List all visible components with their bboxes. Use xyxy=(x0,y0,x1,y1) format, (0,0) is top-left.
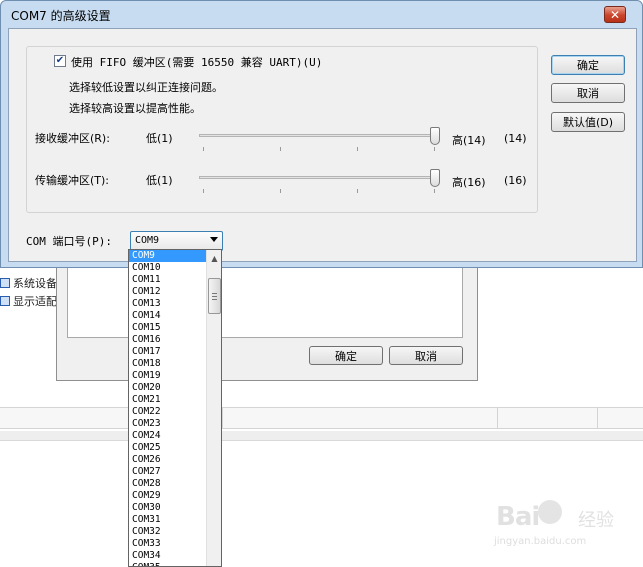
slider-tick xyxy=(280,147,281,151)
slider-tick xyxy=(434,189,435,193)
com-port-option[interactable]: COM15 xyxy=(129,322,206,334)
com-port-option[interactable]: COM25 xyxy=(129,442,206,454)
dialog-client-area: ✔ 使用 FIFO 缓冲区(需要 16550 兼容 UART)(U) 选择较低设… xyxy=(8,28,637,262)
grip-line xyxy=(212,293,217,294)
receive-low-label: 低(1) xyxy=(146,132,173,145)
com-port-option[interactable]: COM13 xyxy=(129,298,206,310)
receive-buffer-label: 接收缓冲区(R): xyxy=(35,132,110,145)
com-port-option[interactable]: COM30 xyxy=(129,502,206,514)
com-port-option[interactable]: COM28 xyxy=(129,478,206,490)
dialog-title: COM7 的高级设置 xyxy=(11,9,111,23)
grip-line xyxy=(212,299,217,300)
com-port-label: COM 端口号(P): xyxy=(26,235,112,248)
com-port-option[interactable]: COM11 xyxy=(129,274,206,286)
chevron-down-icon[interactable] xyxy=(210,237,218,242)
com-port-option[interactable]: COM18 xyxy=(129,358,206,370)
receive-buffer-slider[interactable] xyxy=(199,127,440,151)
checkmark-icon: ✔ xyxy=(55,55,65,66)
receive-high-label: 高(14) xyxy=(452,134,486,147)
ok-button[interactable]: 确定 xyxy=(551,55,625,75)
slider-track xyxy=(199,134,439,137)
com-port-option[interactable]: COM22 xyxy=(129,406,206,418)
info-text-high: 选择较高设置以提高性能。 xyxy=(69,102,201,115)
slider-tick xyxy=(357,147,358,151)
watermark-title: 经验 xyxy=(578,510,614,531)
slider-track xyxy=(199,176,439,179)
monitor-icon xyxy=(0,296,10,306)
slider-tick xyxy=(357,189,358,193)
com-port-option[interactable]: COM26 xyxy=(129,454,206,466)
defaults-button[interactable]: 默认值(D) xyxy=(551,112,625,132)
background-ok-button[interactable]: 确定 xyxy=(309,346,383,365)
buffer-settings-group: ✔ 使用 FIFO 缓冲区(需要 16550 兼容 UART)(U) 选择较低设… xyxy=(26,46,538,213)
com-port-value: COM9 xyxy=(135,235,160,246)
slider-tick xyxy=(203,147,204,151)
dropdown-scrollbar[interactable]: ▲ xyxy=(206,250,221,566)
paw-logo-icon xyxy=(538,500,562,524)
tree-item-system-devices[interactable]: 系统设备 xyxy=(0,274,57,292)
receive-current-value: (14) xyxy=(504,132,527,145)
com-port-option[interactable]: COM31 xyxy=(129,514,206,526)
scrollbar-thumb[interactable] xyxy=(208,278,221,314)
transmit-buffer-label: 传输缓冲区(T): xyxy=(35,174,110,187)
baidu-jingyan-watermark: Bai 经验 jingyan.baidu.com xyxy=(488,496,638,554)
column-divider[interactable] xyxy=(222,408,223,429)
com-port-option[interactable]: COM17 xyxy=(129,346,206,358)
tree-item-label: 系统设备 xyxy=(13,277,57,290)
fifo-checkbox[interactable]: ✔ xyxy=(54,55,66,67)
watermark-url: jingyan.baidu.com xyxy=(494,536,587,547)
com-port-option[interactable]: COM20 xyxy=(129,382,206,394)
slider-tick xyxy=(280,189,281,193)
com-port-option[interactable]: COM32 xyxy=(129,526,206,538)
scroll-up-button[interactable]: ▲ xyxy=(207,250,221,266)
device-icon xyxy=(0,278,10,288)
com-port-option[interactable]: COM10 xyxy=(129,262,206,274)
background-dialog-panel xyxy=(67,266,463,338)
tree-item-display-adapters[interactable]: 显示适配 xyxy=(0,292,57,310)
transmit-buffer-slider[interactable] xyxy=(199,169,440,193)
com-port-option[interactable]: COM21 xyxy=(129,394,206,406)
close-button[interactable]: ✕ xyxy=(604,6,626,23)
fifo-checkbox-label[interactable]: 使用 FIFO 缓冲区(需要 16550 兼容 UART)(U) xyxy=(71,54,322,70)
com-port-option[interactable]: COM23 xyxy=(129,418,206,430)
title-bar[interactable]: COM7 的高级设置 ✕ xyxy=(1,1,642,27)
cancel-button[interactable]: 取消 xyxy=(551,83,625,103)
background-dialog: 确定 取消 xyxy=(56,266,478,381)
com-port-option[interactable]: COM12 xyxy=(129,286,206,298)
com-port-option[interactable]: COM14 xyxy=(129,310,206,322)
com-port-option[interactable]: COM35 xyxy=(129,562,206,566)
info-text-low: 选择较低设置以纠正连接问题。 xyxy=(69,81,223,94)
slider-thumb[interactable] xyxy=(430,127,440,145)
transmit-low-label: 低(1) xyxy=(146,174,173,187)
grip-line xyxy=(212,296,217,297)
transmit-current-value: (16) xyxy=(504,174,527,187)
advanced-settings-dialog: COM7 的高级设置 ✕ ✔ 使用 FIFO 缓冲区(需要 16550 兼容 U… xyxy=(0,0,643,268)
com-port-option[interactable]: COM19 xyxy=(129,370,206,382)
com-port-option[interactable]: COM33 xyxy=(129,538,206,550)
watermark-brand: Bai xyxy=(496,502,540,532)
arrow-up-icon: ▲ xyxy=(211,253,218,263)
com-port-option[interactable]: COM34 xyxy=(129,550,206,562)
background-cancel-button[interactable]: 取消 xyxy=(389,346,463,365)
column-divider[interactable] xyxy=(597,408,598,429)
column-divider[interactable] xyxy=(497,408,498,429)
com-port-option[interactable]: COM24 xyxy=(129,430,206,442)
slider-thumb[interactable] xyxy=(430,169,440,187)
com-port-dropdown[interactable]: COM9 COM10 COM11 COM12 COM13 COM14 COM15 COM16 C… xyxy=(128,249,222,567)
background-list-band xyxy=(0,431,643,441)
com-port-select[interactable]: COM9 xyxy=(130,231,223,251)
background-list-header xyxy=(0,407,643,429)
com-port-option[interactable]: COM9 xyxy=(129,250,206,262)
slider-tick xyxy=(203,189,204,193)
com-port-option[interactable]: COM29 xyxy=(129,490,206,502)
com-port-option[interactable]: COM27 xyxy=(129,466,206,478)
transmit-high-label: 高(16) xyxy=(452,176,486,189)
com-port-option[interactable]: COM16 xyxy=(129,334,206,346)
close-icon: ✕ xyxy=(609,7,621,22)
com-port-options: COM9 COM10 COM11 COM12 COM13 COM14 COM15 COM16 C… xyxy=(129,250,206,566)
tree-item-label: 显示适配 xyxy=(13,295,57,308)
slider-tick xyxy=(434,147,435,151)
background-device-tree: 系统设备 显示适配 xyxy=(0,270,60,330)
